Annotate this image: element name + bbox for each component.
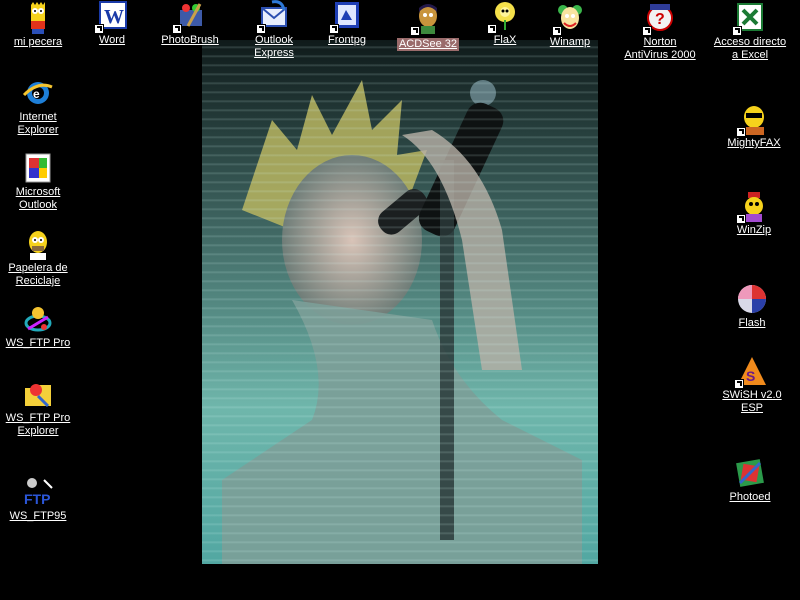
norton-antivirus-icon: ? [642,2,676,36]
shortcut-arrow-icon [172,24,182,34]
microsoft-outlook-icon [22,152,54,184]
shortcut-arrow-icon [642,26,652,36]
desktop-icon-mightyfax[interactable]: MightyFAX [716,103,792,150]
simpsons-homer-icon [22,228,54,260]
desktop-icon-label: Photoed [729,491,771,503]
desktop-icon-internet-explorer[interactable]: e Internet Explorer [0,77,76,137]
shortcut-arrow-icon [736,214,746,224]
simpsons-apu-icon [410,2,444,36]
desktop-icon-label: Flash [738,317,766,329]
flash-icon [736,283,768,315]
photobrush-icon [172,0,206,34]
desktop-icon-frontpg[interactable]: Frontpg [309,0,385,47]
desktop-icon-label: Frontpg [328,34,366,46]
shortcut-arrow-icon [256,24,266,34]
desktop-icon-winzip[interactable]: WinZip [716,190,792,237]
desktop-icon-norton-antivirus[interactable]: ? Norton AntiVirus 2000 [622,2,698,62]
desktop-icon-label: WS_FTP95 [9,510,67,522]
shortcut-arrow-icon [410,26,420,36]
simpsons-krusty-icon [552,2,586,36]
shortcut-arrow-icon [94,24,104,34]
desktop-icon-label: SWiSH v2.0 ESP [722,389,782,414]
svg-text:e: e [33,87,40,101]
desktop-icon-label: Internet Explorer [17,111,59,136]
desktop-icon-label: WS_FTP Pro [5,337,71,349]
simpsons-flower-icon [487,0,521,34]
photoed-icon [734,457,766,489]
shortcut-arrow-icon [732,26,742,36]
ws-ftp-pro-explorer-icon [22,378,54,410]
shortcut-arrow-icon [736,127,746,137]
desktop-icon-ws-ftp-pro-explorer[interactable]: WS_FTP Pro Explorer [0,378,76,438]
desktop-icon-photoed[interactable]: Photoed [712,457,788,504]
desktop-icon-label: MightyFAX [727,137,781,149]
svg-text:W: W [104,6,124,28]
shortcut-arrow-icon [734,379,744,389]
winzip-icon [736,190,770,224]
shortcut-arrow-icon [487,24,497,34]
desktop-icon-label: Winamp [549,36,591,48]
ws-ftp95-icon: FTP [22,476,54,508]
svg-text:S: S [746,368,755,384]
desktop-icon-label: WS_FTP Pro Explorer [5,412,71,437]
svg-text:?: ? [655,11,665,28]
desktop-icon-excel[interactable]: Acceso directo a Excel [708,2,792,62]
desktop-icon-label: Word [98,34,126,46]
mightyfax-icon [736,103,770,137]
desktop-icon-label: ACDSee 32 [396,38,460,51]
desktop-icon-outlook-express[interactable]: Outlook Express [236,0,312,60]
desktop-icon-photobrush[interactable]: PhotoBrush [152,0,228,47]
desktop-icon-label: PhotoBrush [161,34,219,46]
desktop-icon-ws-ftp95[interactable]: FTP WS_FTP95 [0,476,76,523]
excel-icon [732,2,766,36]
desktop-icon-ws-ftp-pro[interactable]: WS_FTP Pro [0,303,76,350]
desktop-icon-swish[interactable]: S SWiSH v2.0 ESP [714,355,790,415]
desktop-icon-flash[interactable]: Flash [714,283,790,330]
shortcut-arrow-icon [329,24,339,34]
desktop-icon-label: Norton AntiVirus 2000 [624,36,696,61]
desktop-icon-winamp[interactable]: Winamp [532,2,608,49]
desktop-icon-label: Acceso directo a Excel [713,36,787,61]
swish-icon: S [734,355,768,389]
desktop[interactable]: mi pecera W Word PhotoBrush Outlook Expr… [0,0,800,600]
word-icon: W [94,0,128,34]
desktop-icon-microsoft-outlook[interactable]: Microsoft Outlook [0,152,76,212]
internet-explorer-icon: e [22,77,54,109]
desktop-icon-label: WinZip [736,224,772,236]
frontpage-icon [329,0,363,34]
desktop-icon-label: Outlook Express [254,34,294,59]
ws-ftp-pro-icon [22,303,54,335]
outlook-express-icon [256,0,290,34]
svg-text:FTP: FTP [24,491,50,507]
shortcut-arrow-icon [552,26,562,36]
desktop-icon-word[interactable]: W Word [74,0,150,47]
desktop-icon-mi-pecera[interactable]: mi pecera [0,2,76,49]
wallpaper-image [202,40,598,564]
simpsons-bart-icon [22,2,54,34]
desktop-icon-acdsee[interactable]: ACDSee 32 [390,2,466,52]
desktop-icon-label: Papelera de Reciclaje [8,262,68,287]
desktop-icon-papelera[interactable]: Papelera de Reciclaje [0,228,76,288]
desktop-icon-label: mi pecera [13,36,63,48]
desktop-icon-label: Microsoft Outlook [15,186,61,211]
